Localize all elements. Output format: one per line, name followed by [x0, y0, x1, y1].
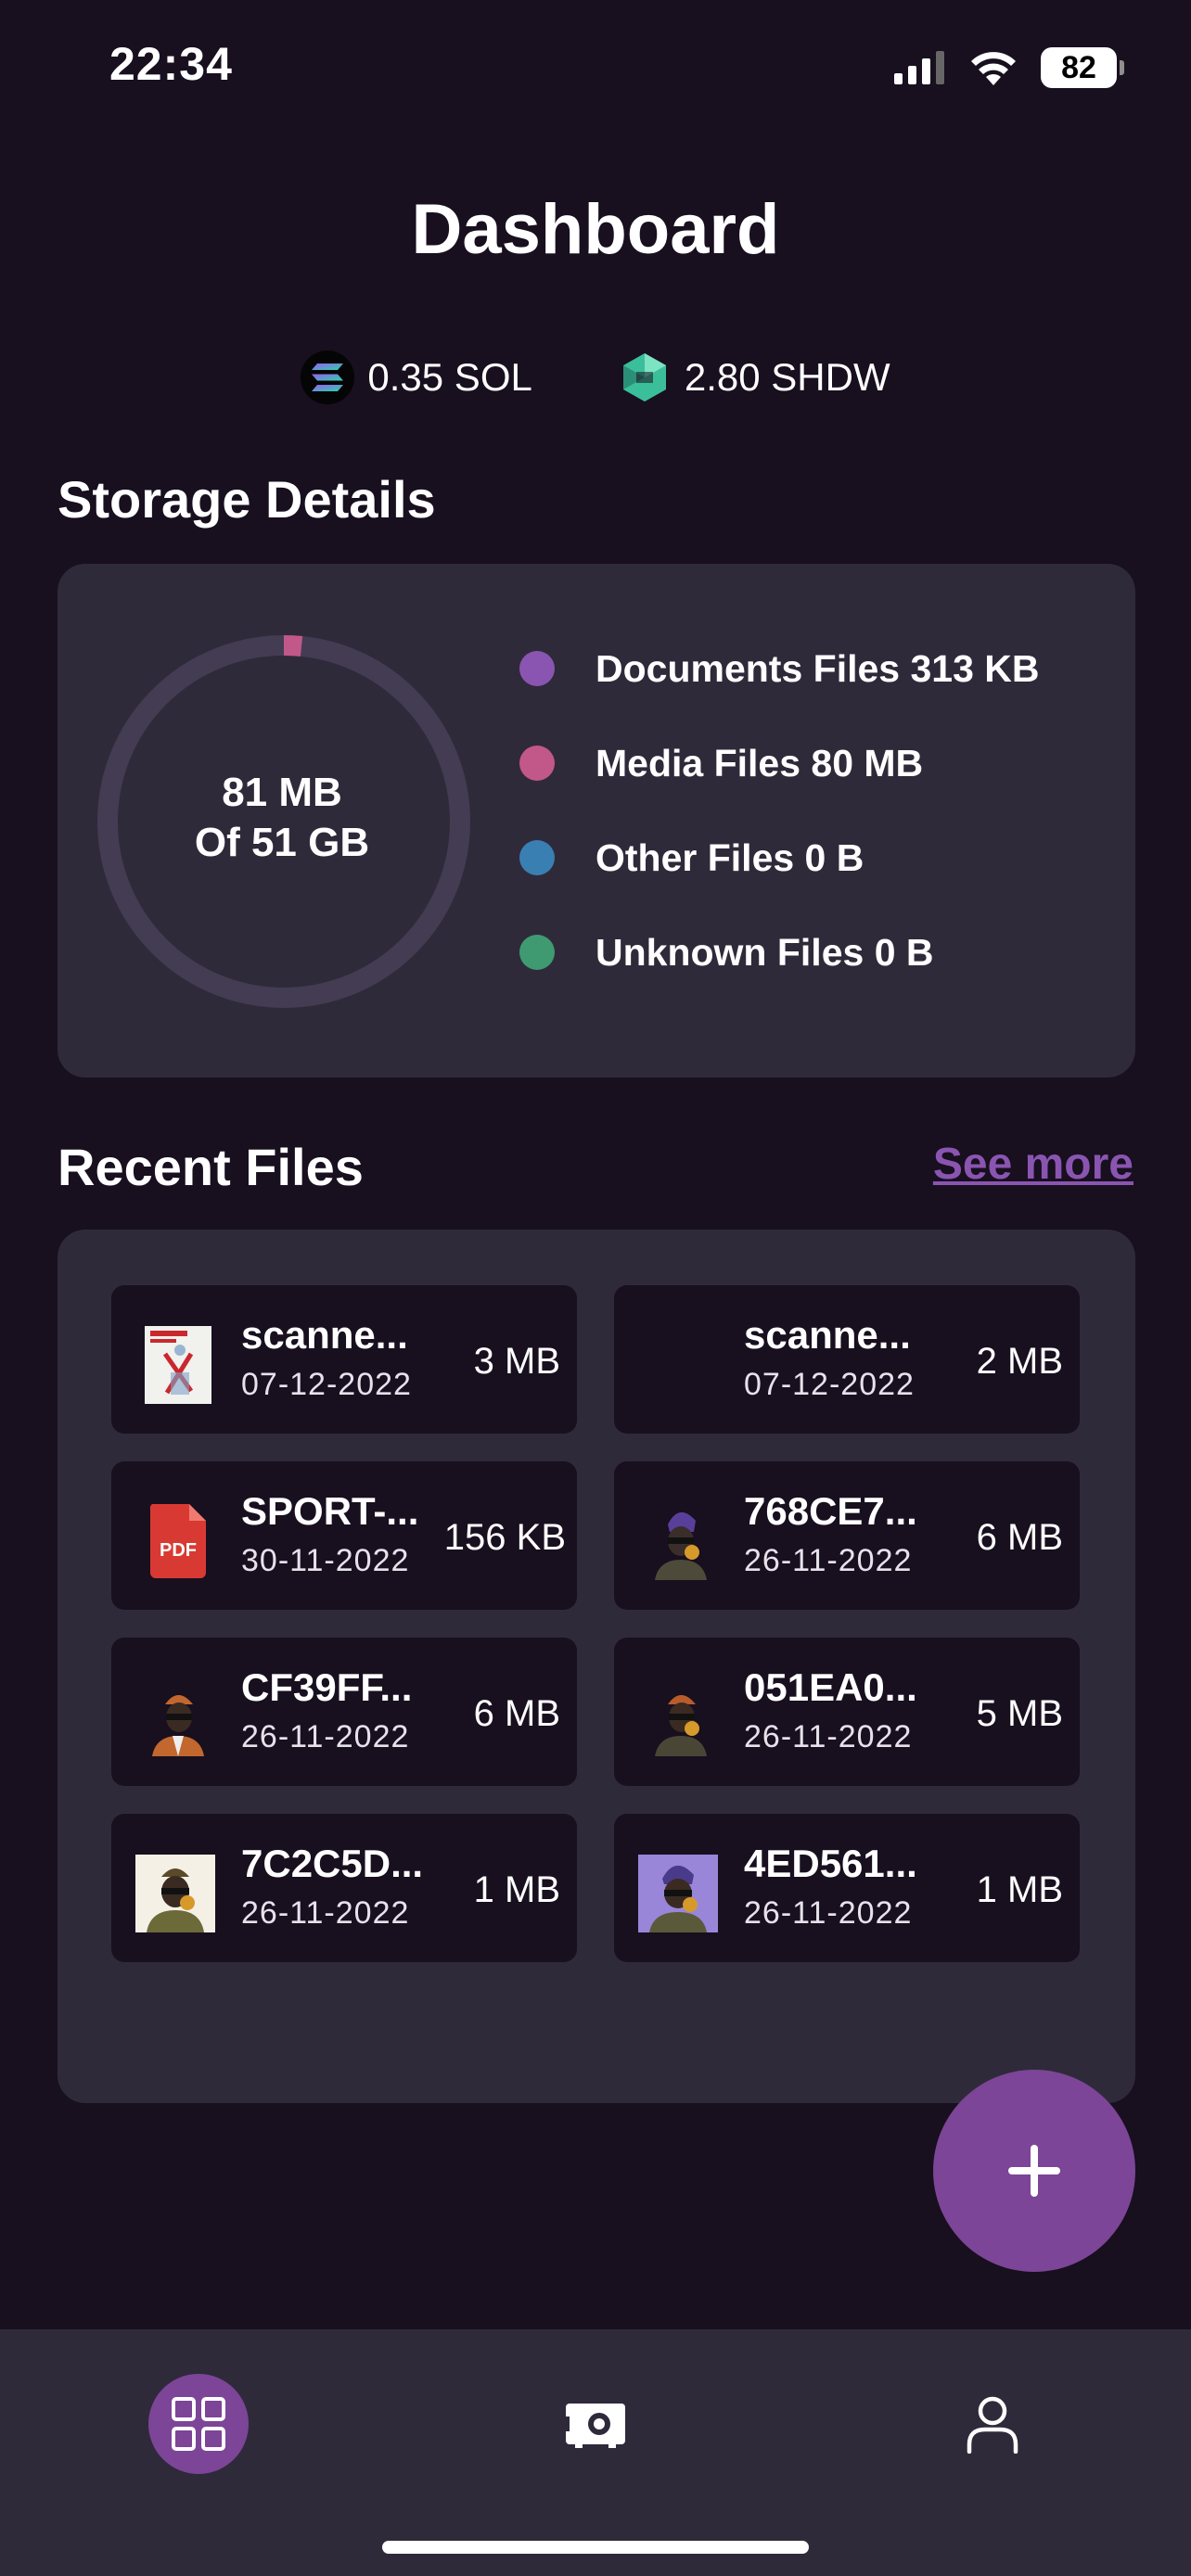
file-date: 26-11-2022 — [744, 1719, 913, 1754]
legend-documents: Documents Files 313 KB — [519, 646, 1040, 690]
file-tile[interactable]: 051EA0... 26-11-2022 5 MB — [614, 1638, 1080, 1786]
storage-drive-icon — [564, 2404, 625, 2448]
legend-unknown: Unknown Files 0 B — [519, 930, 1040, 974]
legend-media: Media Files 80 MB — [519, 741, 1040, 784]
file-date: 26-11-2022 — [241, 1895, 410, 1931]
plus-icon — [1008, 2145, 1060, 2197]
file-date: 26-11-2022 — [744, 1543, 913, 1578]
file-name: 4ED561... — [744, 1842, 917, 1885]
file-size: 156 KB — [443, 1517, 566, 1558]
file-tile[interactable]: 4ED561... 26-11-2022 1 MB — [614, 1814, 1080, 1962]
file-tile[interactable]: 7C2C5D... 26-11-2022 1 MB — [111, 1814, 577, 1962]
shdw-balance-value: 2.80 SHDW — [684, 355, 890, 399]
storage-details-heading: Storage Details — [58, 470, 436, 529]
wifi-icon — [971, 52, 1016, 85]
sol-balance: 0.35 SOL — [301, 351, 532, 404]
file-date: 26-11-2022 — [241, 1719, 410, 1754]
file-tile[interactable]: 768CE7... 26-11-2022 6 MB — [614, 1461, 1080, 1610]
file-size: 6 MB — [473, 1693, 560, 1734]
tab-dashboard[interactable] — [148, 2374, 249, 2474]
legend-dot — [519, 746, 555, 781]
legend-label: Unknown Files 0 B — [596, 930, 934, 974]
legend-dot — [519, 935, 555, 970]
file-name: CF39FF... — [241, 1665, 413, 1709]
tab-profile[interactable] — [942, 2374, 1043, 2474]
status-icons: 82 — [894, 41, 1124, 95]
home-indicator — [382, 2541, 809, 2554]
legend-label: Other Files 0 B — [596, 835, 864, 879]
legend-other: Other Files 0 B — [519, 835, 1040, 879]
file-tile[interactable]: scanne... 07-12-2022 3 MB — [111, 1285, 577, 1434]
battery-indicator: 82 — [1041, 47, 1124, 88]
solana-coin-icon — [301, 351, 355, 404]
avatar-thumbnail — [638, 1855, 718, 1932]
magazine-thumbnail — [145, 1326, 211, 1404]
file-tile[interactable]: CF39FF... 26-11-2022 6 MB — [111, 1638, 577, 1786]
file-size: 6 MB — [976, 1517, 1063, 1558]
svg-text:PDF: PDF — [160, 1540, 197, 1561]
sol-balance-value: 0.35 SOL — [367, 355, 532, 399]
see-more-link[interactable]: See more — [933, 1139, 1133, 1190]
recent-files-heading: Recent Files — [58, 1138, 364, 1196]
file-name: 051EA0... — [744, 1665, 917, 1709]
pdf-icon: PDF — [149, 1504, 206, 1578]
file-date: 07-12-2022 — [744, 1367, 915, 1402]
storage-legend: Documents Files 313 KB Media Files 80 MB… — [519, 646, 1040, 974]
file-tile[interactable]: PDF SPORT-... 30-11-2022 156 KB — [111, 1461, 577, 1610]
file-size: 1 MB — [976, 1869, 1063, 1910]
legend-label: Media Files 80 MB — [596, 741, 924, 784]
bottom-tab-bar — [0, 2329, 1191, 2576]
legend-dot — [519, 840, 555, 875]
file-tile[interactable]: scanne... 07-12-2022 2 MB — [614, 1285, 1080, 1434]
shdw-balance: 2.80 SHDW — [618, 351, 890, 404]
avatar-thumbnail — [647, 1502, 714, 1580]
tab-storage[interactable] — [545, 2374, 646, 2474]
file-name: scanne... — [744, 1313, 911, 1357]
avatar-thumbnail — [647, 1678, 714, 1756]
wallet-balances: 0.35 SOL 2.80 SHDW — [0, 351, 1191, 404]
shadow-token-icon — [618, 351, 672, 404]
add-file-button[interactable] — [933, 2070, 1135, 2272]
status-time: 22:34 — [109, 38, 233, 90]
file-size: 5 MB — [976, 1693, 1063, 1734]
storage-used: 81 MB — [222, 770, 342, 815]
file-name: 7C2C5D... — [241, 1842, 424, 1885]
file-name: scanne... — [241, 1313, 408, 1357]
storage-total: Of 51 GB — [194, 820, 370, 865]
file-name: 768CE7... — [744, 1489, 917, 1533]
cellular-signal-icon — [894, 51, 944, 84]
file-size: 1 MB — [473, 1869, 560, 1910]
file-date: 26-11-2022 — [744, 1895, 913, 1931]
legend-dot — [519, 651, 555, 686]
file-date: 30-11-2022 — [241, 1543, 410, 1578]
file-name: SPORT-... — [241, 1489, 419, 1533]
page-title: Dashboard — [411, 190, 780, 269]
dashboard-grid-icon — [172, 2397, 225, 2451]
storage-usage-label: 81 MB Of 51 GB — [96, 768, 467, 868]
avatar-thumbnail — [145, 1678, 211, 1756]
file-size: 2 MB — [976, 1341, 1063, 1382]
file-size: 3 MB — [473, 1341, 560, 1382]
avatar-thumbnail — [135, 1855, 215, 1932]
file-date: 07-12-2022 — [241, 1367, 412, 1402]
legend-label: Documents Files 313 KB — [596, 646, 1040, 690]
profile-icon — [967, 2396, 1018, 2454]
